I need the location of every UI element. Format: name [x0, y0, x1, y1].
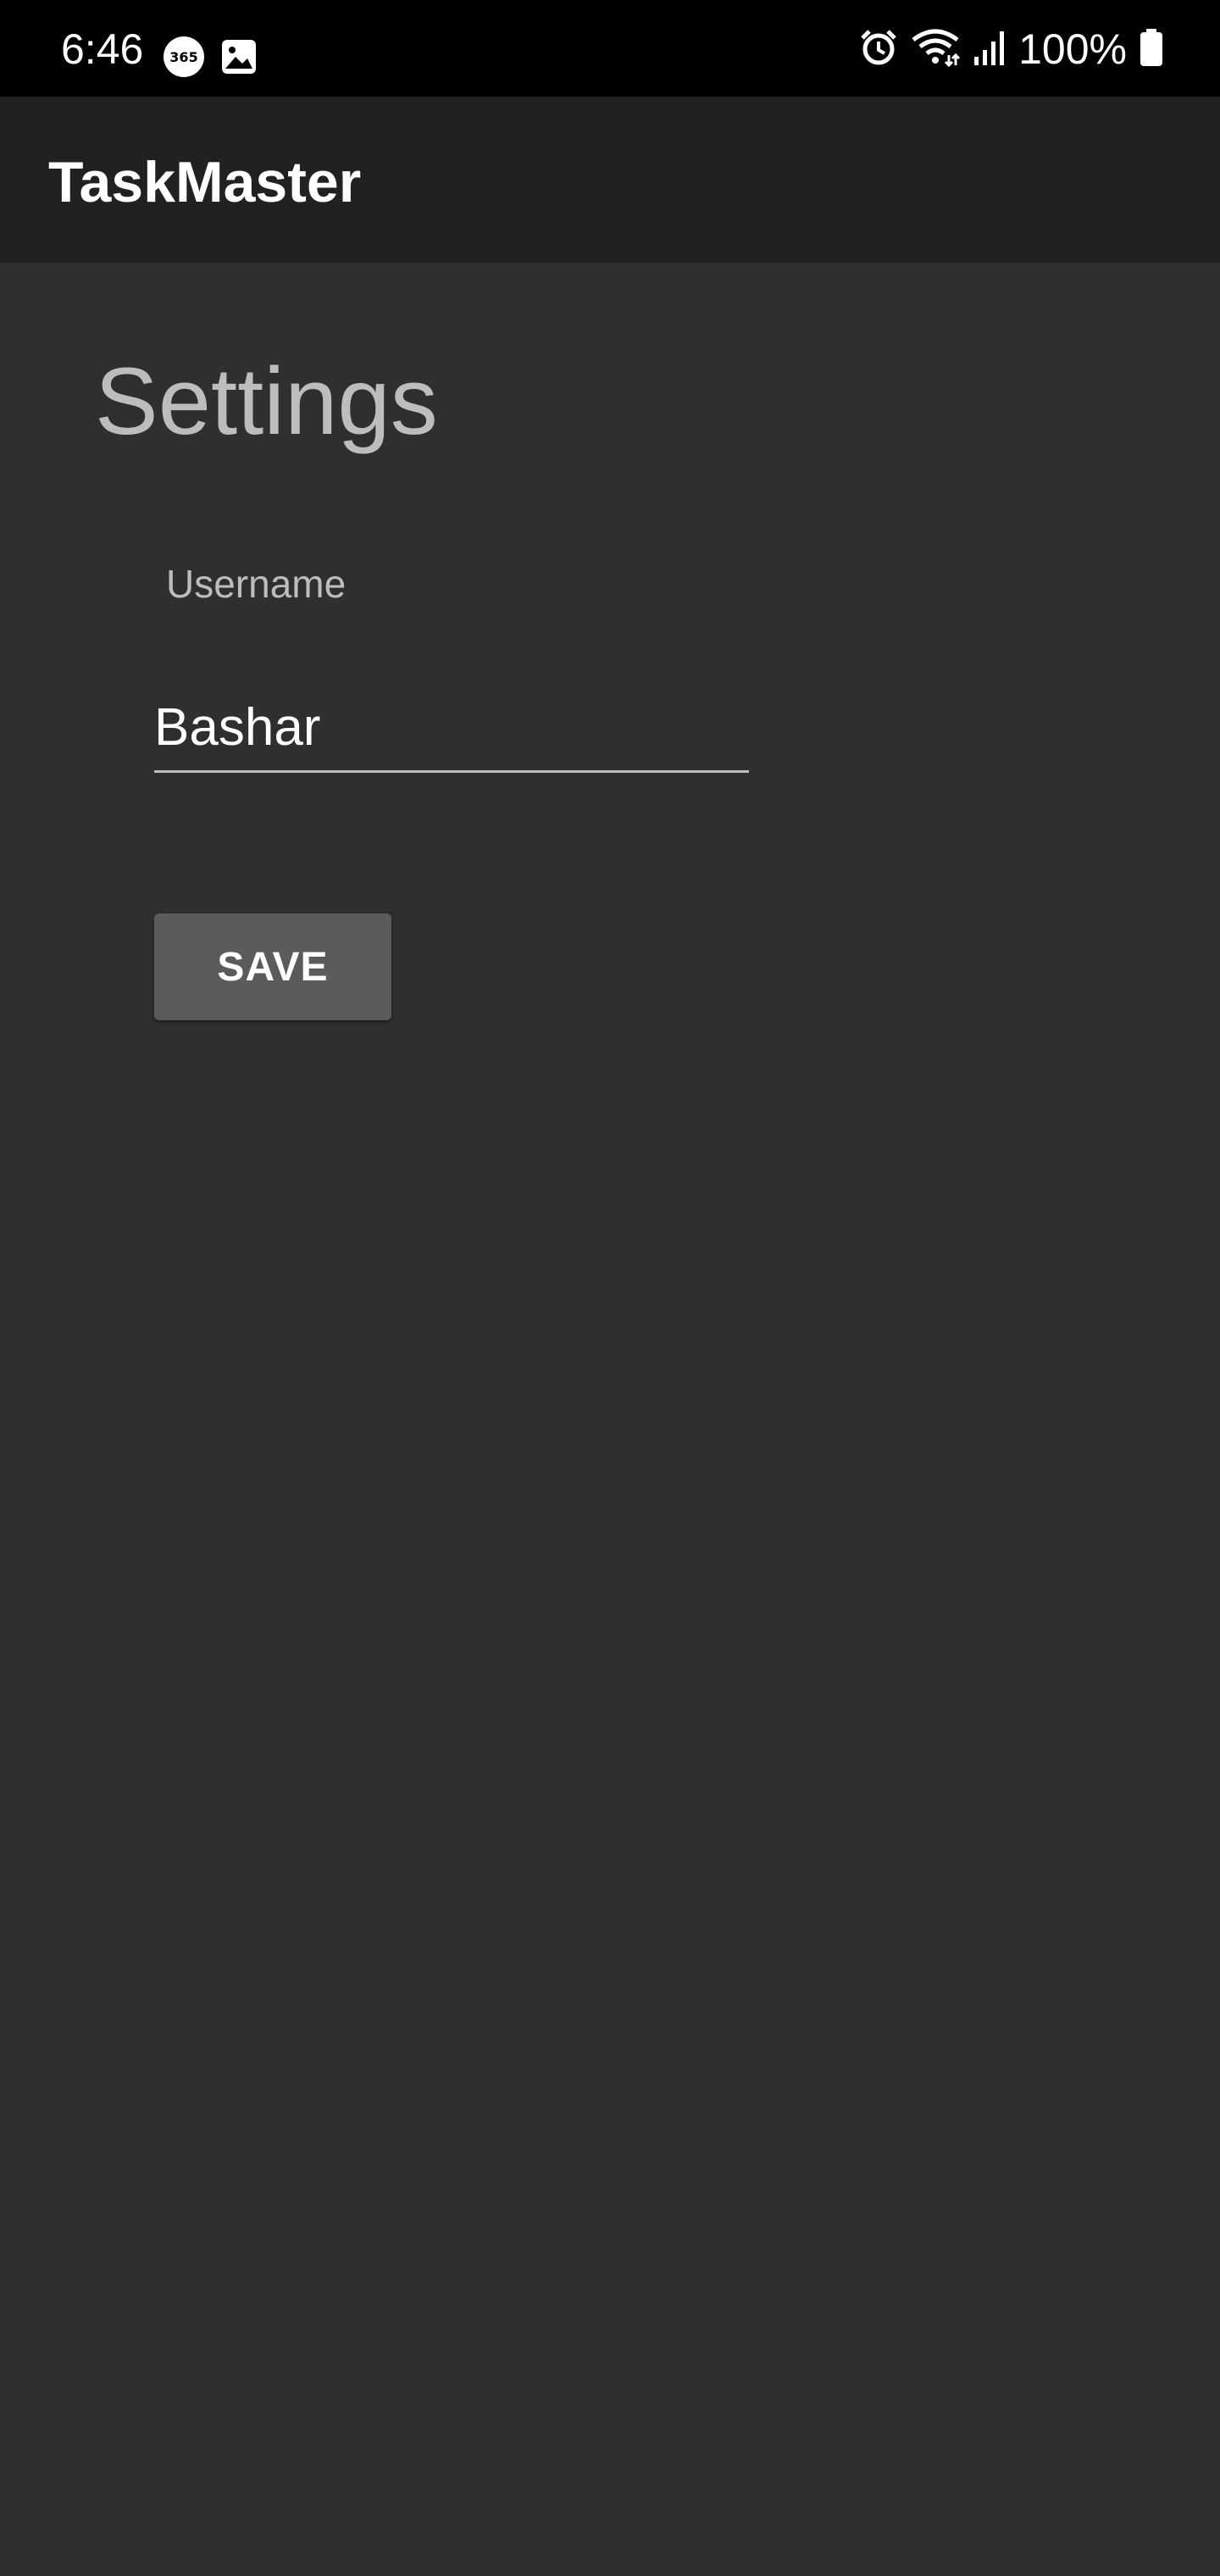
status-bar: 6:46 365 100% — [0, 0, 1220, 97]
alarm-icon — [859, 28, 898, 71]
app-title: TaskMaster — [48, 150, 362, 214]
status-time: 6:46 — [61, 25, 144, 73]
status-right: 100% — [859, 25, 1164, 73]
username-label: Username — [166, 562, 347, 606]
battery-icon — [1139, 28, 1164, 71]
app-bar: TaskMaster — [0, 97, 1220, 263]
status-left-icons: 365 — [163, 36, 258, 82]
image-icon — [220, 38, 258, 80]
username-field[interactable] — [154, 685, 749, 773]
battery-percentage: 100% — [1018, 25, 1127, 73]
page-title: Settings — [95, 348, 438, 454]
save-button[interactable]: SAVE — [154, 913, 391, 1020]
svg-text:365: 365 — [169, 49, 197, 65]
signal-icon — [973, 28, 1006, 71]
365-badge-icon: 365 — [163, 36, 205, 82]
settings-content: Settings Username SAVE — [0, 263, 1220, 2576]
wifi-icon — [910, 28, 961, 71]
